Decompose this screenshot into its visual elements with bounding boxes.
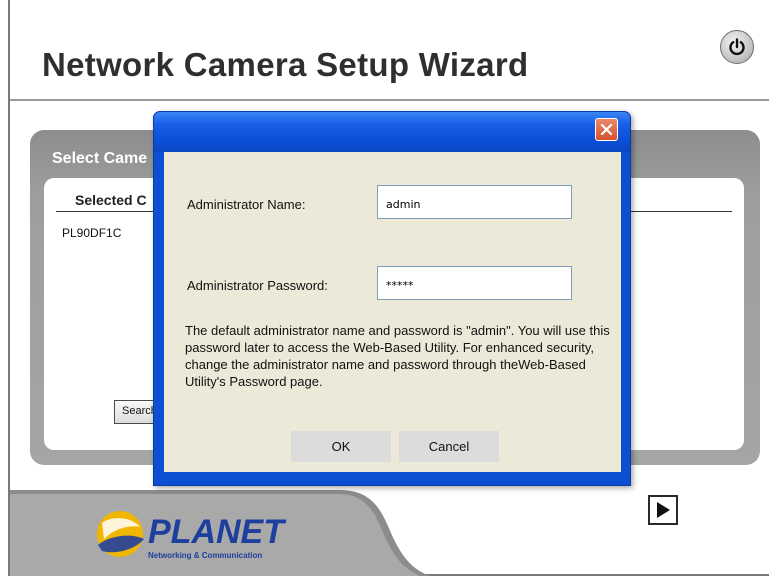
play-arrow-icon [657, 502, 670, 518]
close-icon [600, 123, 613, 136]
admin-name-input[interactable] [377, 185, 572, 219]
wizard-title: Network Camera Setup Wizard [42, 46, 529, 83]
camera-column-header: Selected C [75, 192, 147, 208]
ok-button[interactable]: OK [291, 431, 391, 462]
dialog-titlebar[interactable] [154, 112, 630, 152]
dialog-body: Administrator Name: Administrator Passwo… [164, 152, 621, 472]
admin-password-input[interactable] [377, 266, 572, 300]
admin-name-label: Administrator Name: [187, 197, 306, 212]
panel-heading: Select Came [52, 150, 148, 167]
admin-credentials-dialog: Administrator Name: Administrator Passwo… [153, 111, 631, 486]
dialog-help-text: The default administrator name and passw… [185, 323, 610, 389]
svg-text:PLANET: PLANET [148, 513, 287, 551]
next-button[interactable] [648, 495, 678, 525]
title-divider [10, 99, 769, 101]
planet-logo: PLANET Networking & Communication [97, 511, 287, 560]
close-button[interactable] [595, 118, 618, 141]
power-icon [729, 38, 745, 56]
cancel-button[interactable]: Cancel [399, 431, 499, 462]
camera-list-item[interactable]: PL90DF1C [62, 226, 121, 240]
svg-text:Networking & Communication: Networking & Communication [148, 551, 262, 560]
power-button[interactable] [720, 30, 754, 64]
admin-password-label: Administrator Password: [187, 278, 328, 293]
